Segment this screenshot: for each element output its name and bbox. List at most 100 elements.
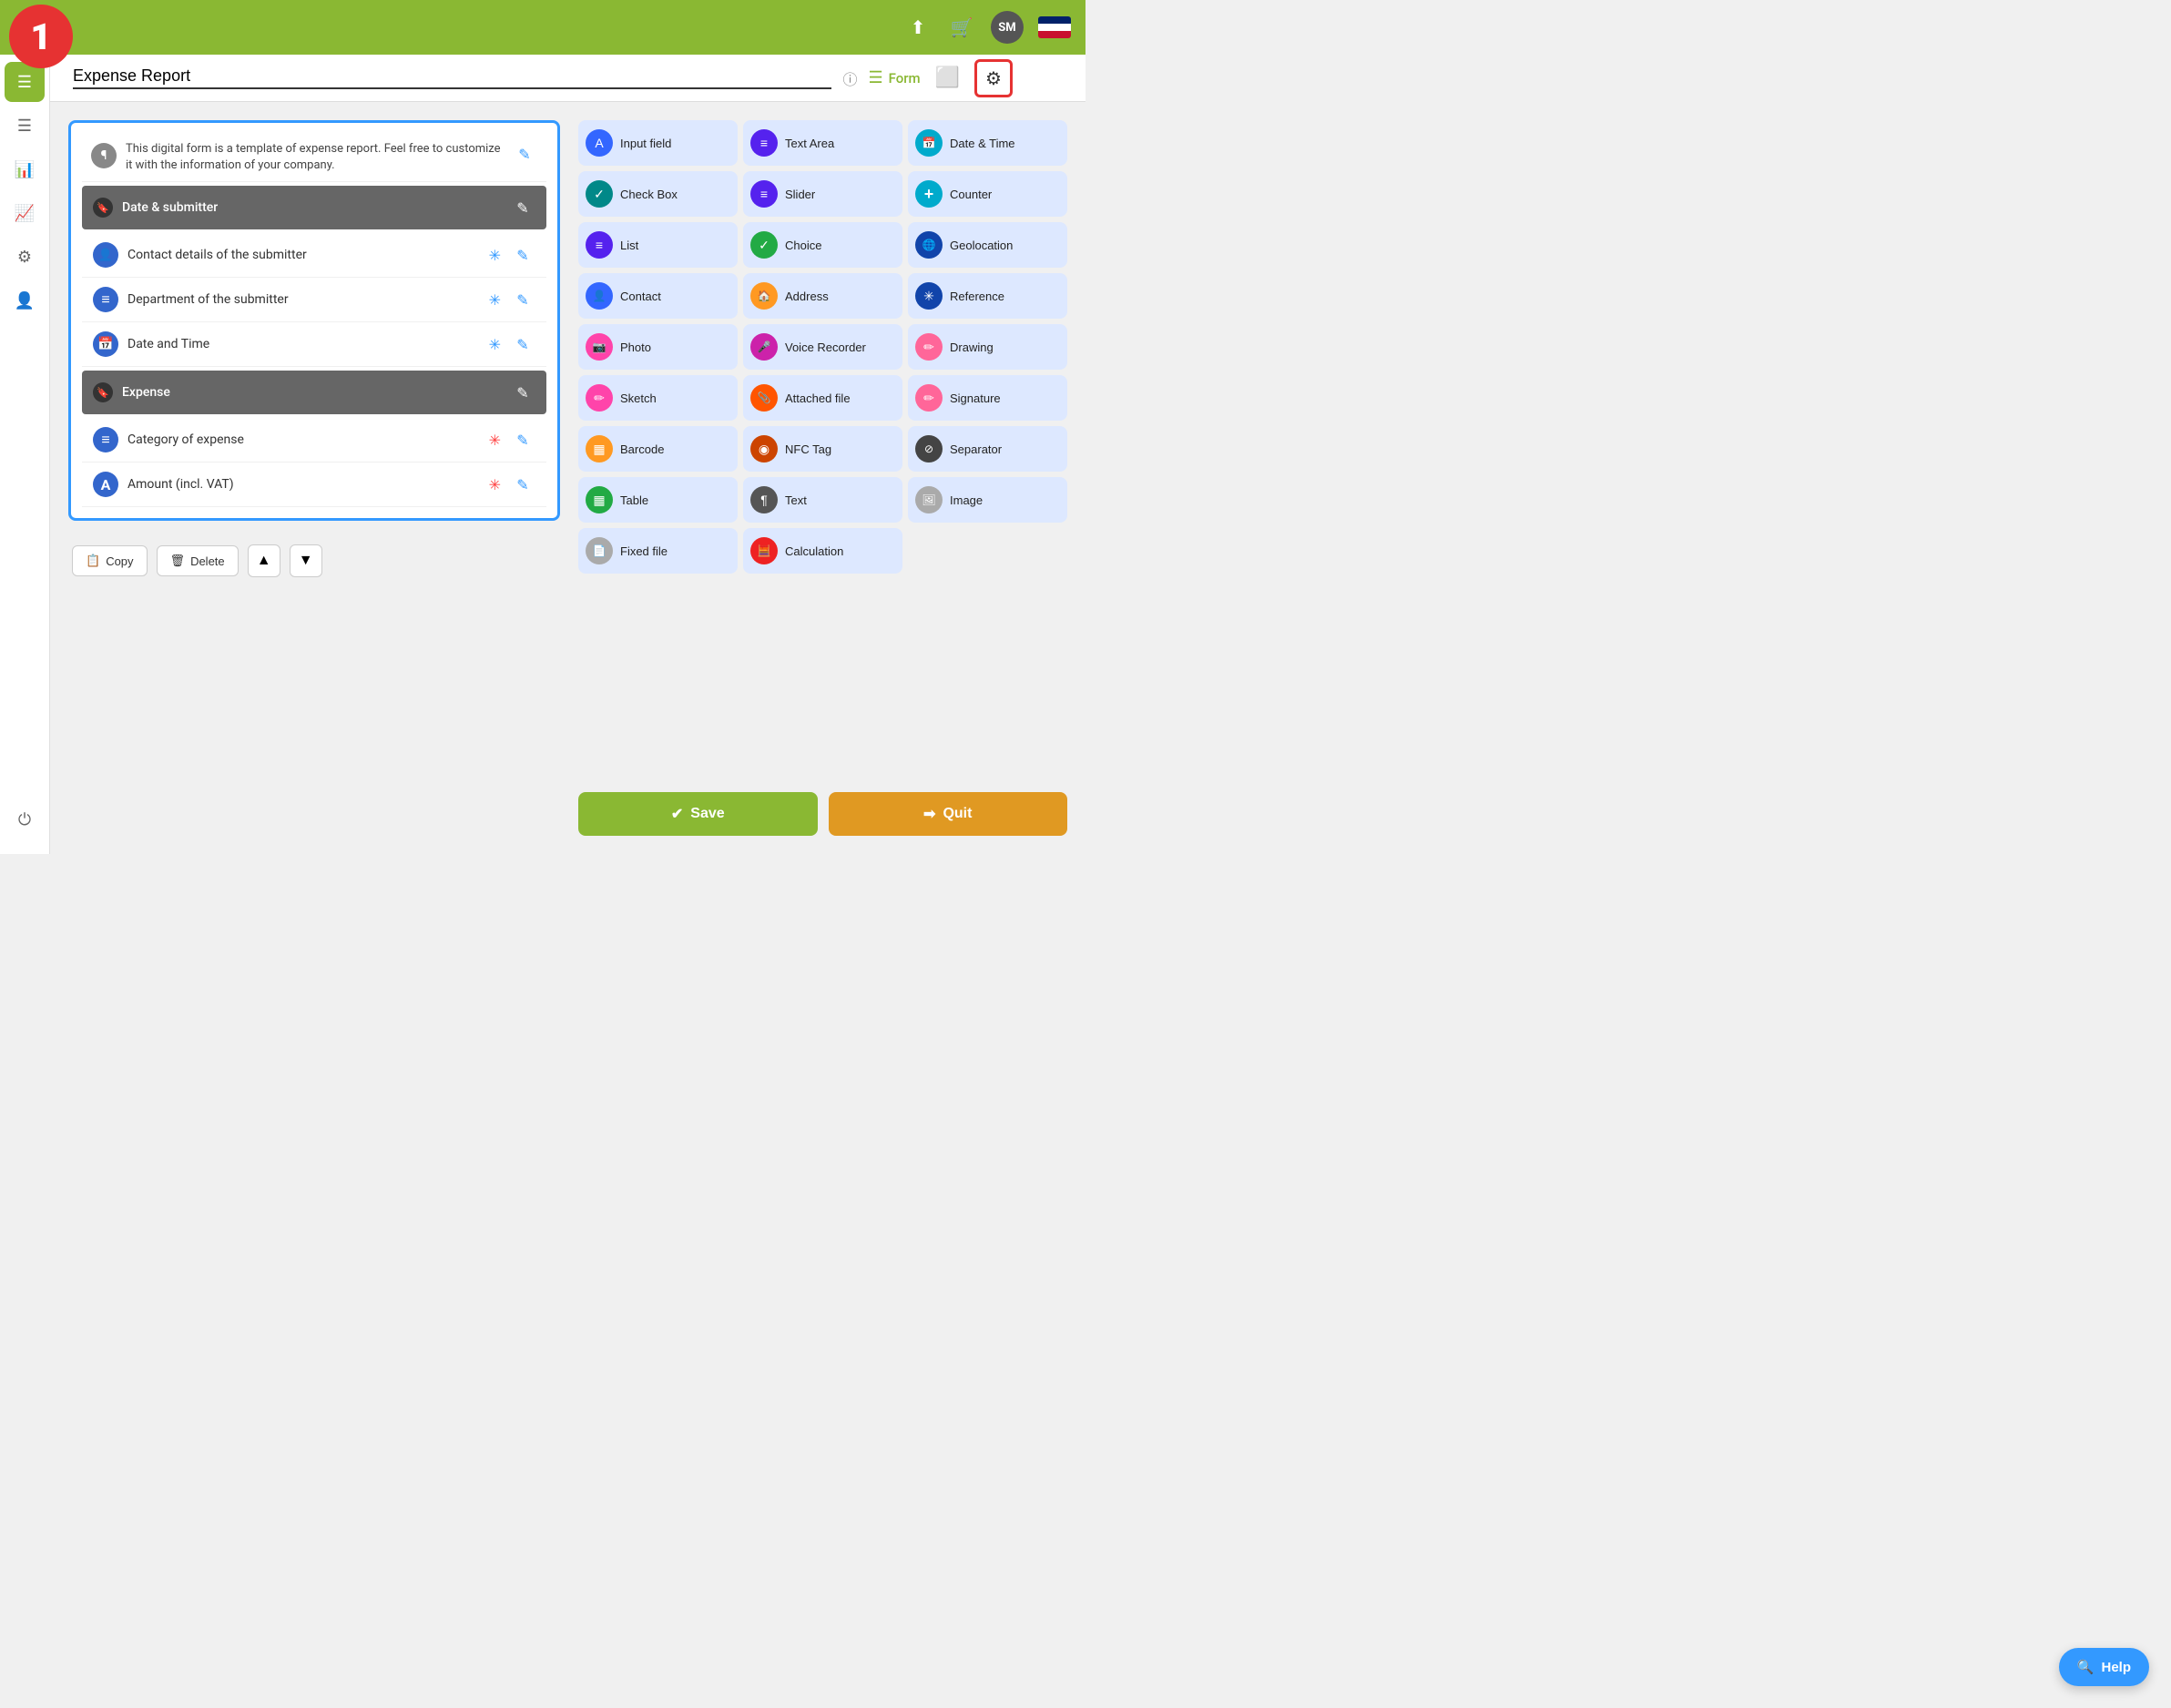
settings-icon: ⚙	[985, 67, 1002, 89]
field-type-text[interactable]: ¶ Text	[743, 477, 902, 523]
field-date-time[interactable]: 📅 Date and Time ✳ ✎	[82, 322, 546, 367]
export-button[interactable]: ⬜	[935, 66, 960, 89]
copy-button[interactable]: 📋 Copy	[72, 545, 148, 576]
field-type-counter[interactable]: + Counter	[908, 171, 1067, 217]
move-down-button[interactable]: ▼	[290, 544, 322, 577]
info-icon[interactable]: ⓘ	[842, 67, 857, 89]
field-label: Amount (incl. VAT)	[127, 477, 480, 492]
bookmark-icon: 🔖	[93, 382, 113, 402]
field-amount[interactable]: A Amount (incl. VAT) ✳ ✎	[82, 463, 546, 507]
sidebar-item-power[interactable]: ⏻	[5, 799, 45, 839]
field-type-sketch[interactable]: ✏ Sketch	[578, 375, 738, 421]
field-type-drawing[interactable]: ✏ Drawing	[908, 324, 1067, 370]
field-type-list[interactable]: ≡ List	[578, 222, 738, 268]
move-up-button[interactable]: ▲	[248, 544, 280, 577]
field-type-choice[interactable]: ✓ Choice	[743, 222, 902, 268]
required-star: ✳	[489, 247, 501, 264]
save-button[interactable]: ✔ Save	[578, 792, 818, 836]
form-description-row: ¶ This digital form is a template of exp…	[82, 134, 546, 182]
field-type-voice-recorder[interactable]: 🎤 Voice Recorder	[743, 324, 902, 370]
list-icon: ≡	[93, 287, 118, 312]
chevron-up-icon: ▲	[257, 553, 271, 569]
field-type-text-area[interactable]: ≡ Text Area	[743, 120, 902, 166]
field-type-check-box[interactable]: ✓ Check Box	[578, 171, 738, 217]
list-icon: ☰	[17, 117, 32, 136]
settings-button[interactable]: ⚙	[974, 59, 1013, 97]
field-type-calculation[interactable]: 🧮 Calculation	[743, 528, 902, 574]
upload-icon[interactable]: ⬆	[903, 13, 933, 42]
field-edit-button[interactable]: ✎	[510, 287, 535, 312]
field-type-date-time[interactable]: 📅 Date & Time	[908, 120, 1067, 166]
ft-icon: ≡	[750, 180, 778, 208]
power-icon: ⏻	[18, 810, 31, 829]
field-type-image[interactable]: 🖼 Image	[908, 477, 1067, 523]
help-button[interactable]: 🔍 Help	[2059, 1648, 2149, 1686]
sidebar-item-settings[interactable]: ⚙	[5, 237, 45, 277]
field-edit-button[interactable]: ✎	[510, 331, 535, 357]
ft-icon: ⊘	[915, 435, 943, 463]
section-expense[interactable]: 🔖 Expense ✎	[82, 371, 546, 414]
field-type-table[interactable]: ▦ Table	[578, 477, 738, 523]
ft-label: Text	[785, 493, 807, 507]
ft-icon: ▦	[586, 435, 613, 463]
ft-icon: 🎤	[750, 333, 778, 361]
section-date-submitter[interactable]: 🔖 Date & submitter ✎	[82, 186, 546, 229]
sidebar-item-stats[interactable]: 📈	[5, 193, 45, 233]
ft-label: Sketch	[620, 391, 657, 405]
description-edit-button[interactable]: ✎	[512, 141, 537, 167]
field-type-reference[interactable]: ✳ Reference	[908, 273, 1067, 319]
field-type-signature[interactable]: ✏ Signature	[908, 375, 1067, 421]
basket-icon[interactable]: 🛒	[947, 13, 976, 42]
form-description-text: This digital form is a template of expen…	[126, 141, 503, 174]
form-list-button[interactable]: ☰ Form	[868, 68, 920, 87]
list-icon: ≡	[93, 427, 118, 452]
form-actions: 📋 Copy 🗑 Delete ▲ ▼	[68, 544, 560, 577]
required-star: ✳	[489, 432, 501, 449]
field-type-geolocation[interactable]: 🌐 Geolocation	[908, 222, 1067, 268]
field-edit-button[interactable]: ✎	[510, 472, 535, 497]
sidebar-item-analytics[interactable]: 📊	[5, 149, 45, 189]
sidebar-item-user[interactable]: 👤	[5, 280, 45, 320]
header: 1 ⬆ 🛒 SM	[0, 0, 1086, 55]
field-label: Contact details of the submitter	[127, 248, 480, 262]
ft-label: Photo	[620, 341, 651, 354]
delete-button[interactable]: 🗑 Delete	[157, 545, 239, 576]
field-edit-button[interactable]: ✎	[510, 427, 535, 452]
section-label: Date & submitter	[122, 200, 218, 215]
header-icons: ⬆ 🛒 SM	[903, 11, 1071, 44]
ft-label: Counter	[950, 188, 992, 201]
field-type-slider[interactable]: ≡ Slider	[743, 171, 902, 217]
ft-icon: ✏	[915, 333, 943, 361]
field-category[interactable]: ≡ Category of expense ✳ ✎	[82, 418, 546, 463]
field-department[interactable]: ≡ Department of the submitter ✳ ✎	[82, 278, 546, 322]
avatar[interactable]: SM	[991, 11, 1024, 44]
section-edit-button[interactable]: ✎	[510, 195, 535, 220]
field-type-input-field[interactable]: A Input field	[578, 120, 738, 166]
field-edit-button[interactable]: ✎	[510, 242, 535, 268]
field-contact-details[interactable]: 👤 Contact details of the submitter ✳ ✎	[82, 233, 546, 278]
ft-icon: 📄	[586, 537, 613, 564]
section-edit-button[interactable]: ✎	[510, 380, 535, 405]
field-type-photo[interactable]: 📷 Photo	[578, 324, 738, 370]
field-type-address[interactable]: 🏠 Address	[743, 273, 902, 319]
field-type-attached-file[interactable]: 📎 Attached file	[743, 375, 902, 421]
menu-icon: ☰	[17, 73, 32, 92]
sidebar-item-list[interactable]: ☰	[5, 106, 45, 146]
field-type-separator[interactable]: ⊘ Separator	[908, 426, 1067, 472]
quit-button[interactable]: ➡ Quit	[829, 792, 1068, 836]
ft-label: Table	[620, 493, 648, 507]
field-type-fixed-file[interactable]: 📄 Fixed file	[578, 528, 738, 574]
ft-label: Geolocation	[950, 239, 1013, 252]
help-icon: 🔍	[2077, 1659, 2095, 1675]
ft-label: Text Area	[785, 137, 834, 150]
ft-icon: 📅	[915, 129, 943, 157]
form-title-input[interactable]	[73, 66, 831, 89]
field-type-nfc-tag[interactable]: ◉ NFC Tag	[743, 426, 902, 472]
ft-label: Fixed file	[620, 544, 668, 558]
field-type-barcode[interactable]: ▦ Barcode	[578, 426, 738, 472]
ft-icon: 📷	[586, 333, 613, 361]
field-types-grid: A Input field ≡ Text Area 📅 Date & Time …	[578, 120, 1067, 574]
field-type-contact[interactable]: 👤 Contact	[578, 273, 738, 319]
language-flag[interactable]	[1038, 16, 1071, 38]
ft-label: Contact	[620, 290, 661, 303]
